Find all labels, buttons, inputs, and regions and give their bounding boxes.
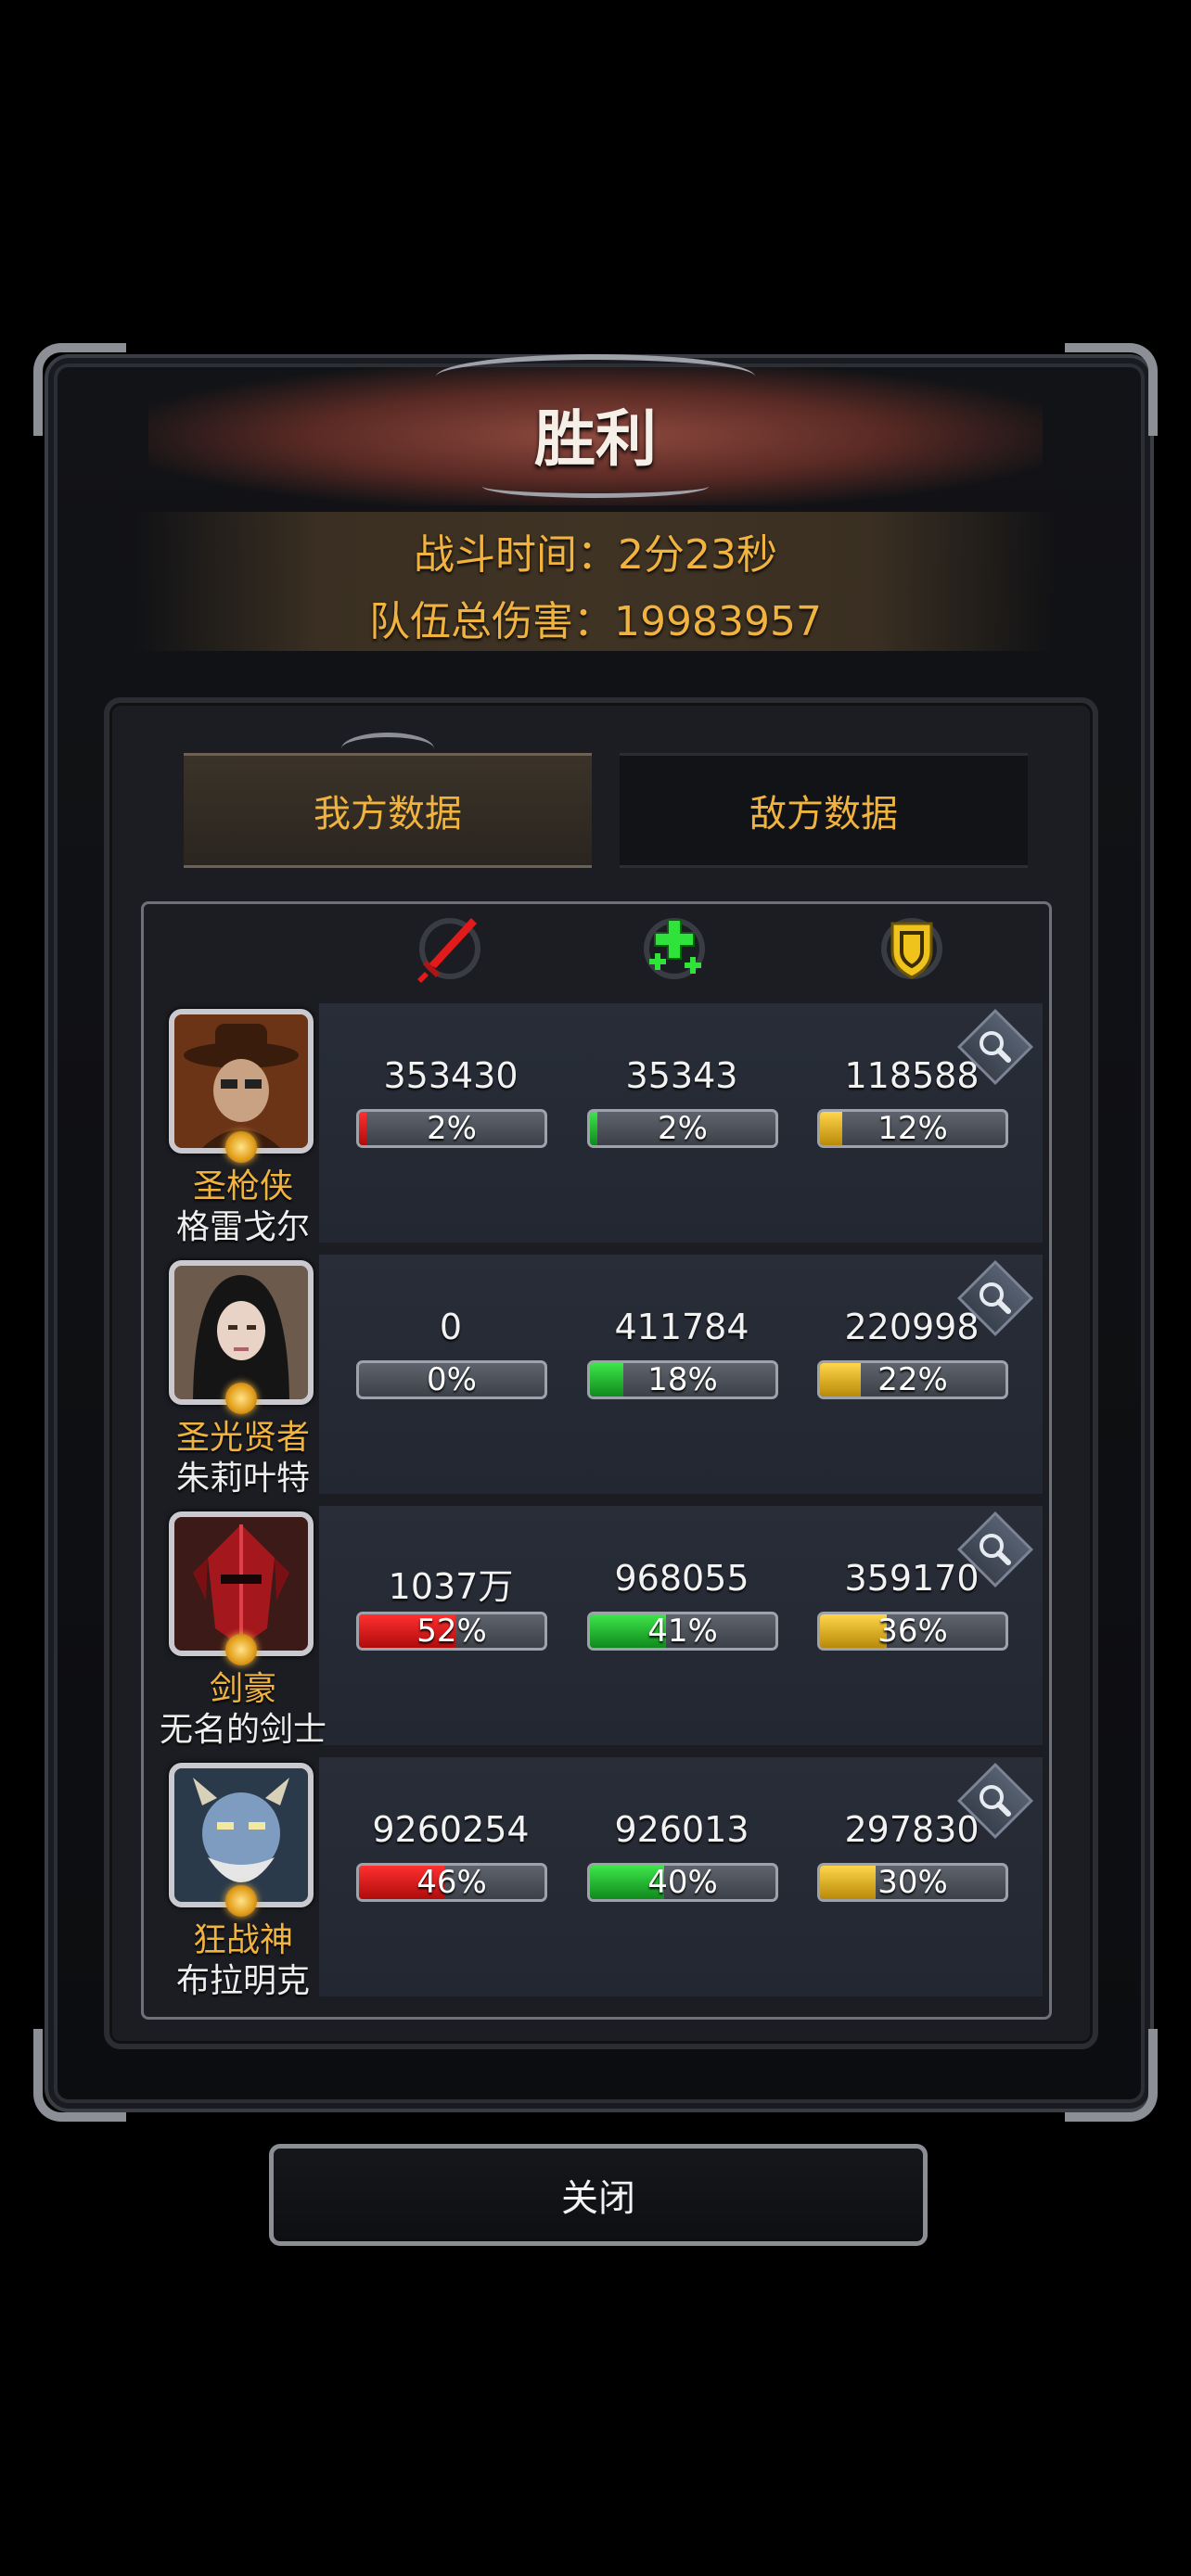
hero-star-badge (225, 1131, 257, 1163)
heal-share-bar: 40% (587, 1863, 778, 1902)
heal-share-bar: 18% (587, 1360, 778, 1399)
tank-percent: 22% (877, 1361, 948, 1398)
heal-percent: 2% (658, 1110, 708, 1147)
damage-percent: 2% (427, 1110, 477, 1147)
hero-name: 朱莉叶特 (175, 1460, 310, 1498)
tank-share-bar: 22% (817, 1360, 1008, 1399)
blue-ogre-portrait (174, 1768, 308, 1902)
heal-percent: 41% (647, 1613, 718, 1650)
hero-name: 无名的剑士 (159, 1711, 327, 1749)
damage-share-bar: 46% (356, 1863, 547, 1902)
page-title: 胜利 (534, 403, 657, 475)
heal-value: 926013 (614, 1809, 749, 1850)
damage-value: 0 (439, 1307, 463, 1347)
tank-share-bar: 30% (817, 1863, 1008, 1902)
damage-percent: 0% (427, 1361, 477, 1398)
nun-portrait (174, 1266, 308, 1399)
heal-share-bar: 41% (587, 1612, 778, 1651)
damage-percent: 52% (416, 1613, 487, 1650)
red-helm-portrait (174, 1517, 308, 1651)
damage-share-bar: 0% (356, 1360, 547, 1399)
heal-percent: 18% (647, 1361, 718, 1398)
hero-star-badge (225, 1885, 257, 1917)
heal-value: 411784 (614, 1307, 749, 1347)
battle-time: 战斗时间：2分23秒 (414, 531, 777, 579)
tank-percent: 36% (877, 1613, 948, 1650)
sword-icon (408, 907, 492, 990)
hero-name: 布拉明克 (175, 1962, 310, 2000)
tank-share-bar: 36% (817, 1612, 1008, 1651)
close-button[interactable]: 关闭 (269, 2144, 928, 2246)
tank-percent: 30% (877, 1864, 948, 1901)
tab-ornament (341, 733, 434, 765)
tank-percent: 12% (877, 1110, 948, 1147)
heal-value: 968055 (614, 1558, 749, 1599)
heal-plus-icon (633, 907, 716, 990)
damage-percent: 46% (416, 1864, 487, 1901)
damage-value: 353430 (383, 1055, 519, 1096)
damage-share-bar: 52% (356, 1612, 547, 1651)
shield-icon (870, 907, 954, 990)
damage-share-bar: 2% (356, 1109, 547, 1148)
hero-name: 格雷戈尔 (175, 1208, 310, 1246)
tab-enemy-data[interactable]: 敌方数据 (620, 753, 1028, 868)
gunslinger-hat-portrait (174, 1014, 308, 1148)
tank-share-bar: 12% (817, 1109, 1008, 1148)
tab-our-data[interactable]: 我方数据 (184, 753, 592, 868)
hero-star-badge (225, 1634, 257, 1665)
heal-percent: 40% (647, 1864, 718, 1901)
damage-value: 1037万 (388, 1566, 514, 1607)
hero-star-badge (225, 1383, 257, 1414)
damage-value: 9260254 (372, 1809, 530, 1850)
heal-share-bar: 2% (587, 1109, 778, 1148)
team-total-damage: 队伍总伤害：19983957 (369, 598, 822, 645)
heal-value: 35343 (625, 1055, 738, 1096)
